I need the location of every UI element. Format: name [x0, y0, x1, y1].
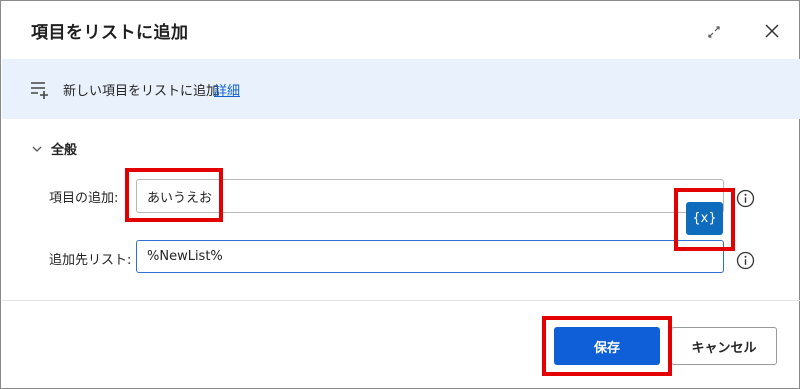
expand-icon	[708, 26, 720, 38]
info-icon[interactable]	[736, 251, 755, 270]
chevron-down-icon	[32, 146, 42, 152]
add-item-label: 項目の追加:	[49, 191, 119, 206]
details-link[interactable]: 詳細	[214, 80, 240, 99]
dialog-title: 項目をリストに追加	[31, 23, 189, 43]
target-list-label: 追加先リスト:	[49, 253, 132, 268]
footer-divider	[2, 300, 800, 301]
insert-variable-button[interactable]: {x}	[686, 202, 723, 235]
close-button[interactable]	[759, 18, 785, 44]
target-list-input[interactable]: %NewList%	[136, 240, 724, 273]
expand-button[interactable]	[701, 19, 727, 45]
info-icon[interactable]	[736, 189, 755, 208]
section-toggle[interactable]	[30, 141, 44, 155]
save-button[interactable]: 保存	[554, 327, 660, 365]
add-item-to-list-dialog: 項目をリストに追加 新しい項目をリストに追加 詳細 全般 項目の追加: あいうえ…	[0, 0, 800, 389]
add-item-input[interactable]: あいうえお	[136, 179, 724, 213]
section-title-general[interactable]: 全般	[51, 139, 77, 158]
cancel-button[interactable]: キャンセル	[671, 327, 777, 365]
info-description: 新しい項目をリストに追加	[63, 84, 220, 99]
close-icon	[765, 24, 779, 38]
add-list-item-icon	[29, 78, 51, 100]
